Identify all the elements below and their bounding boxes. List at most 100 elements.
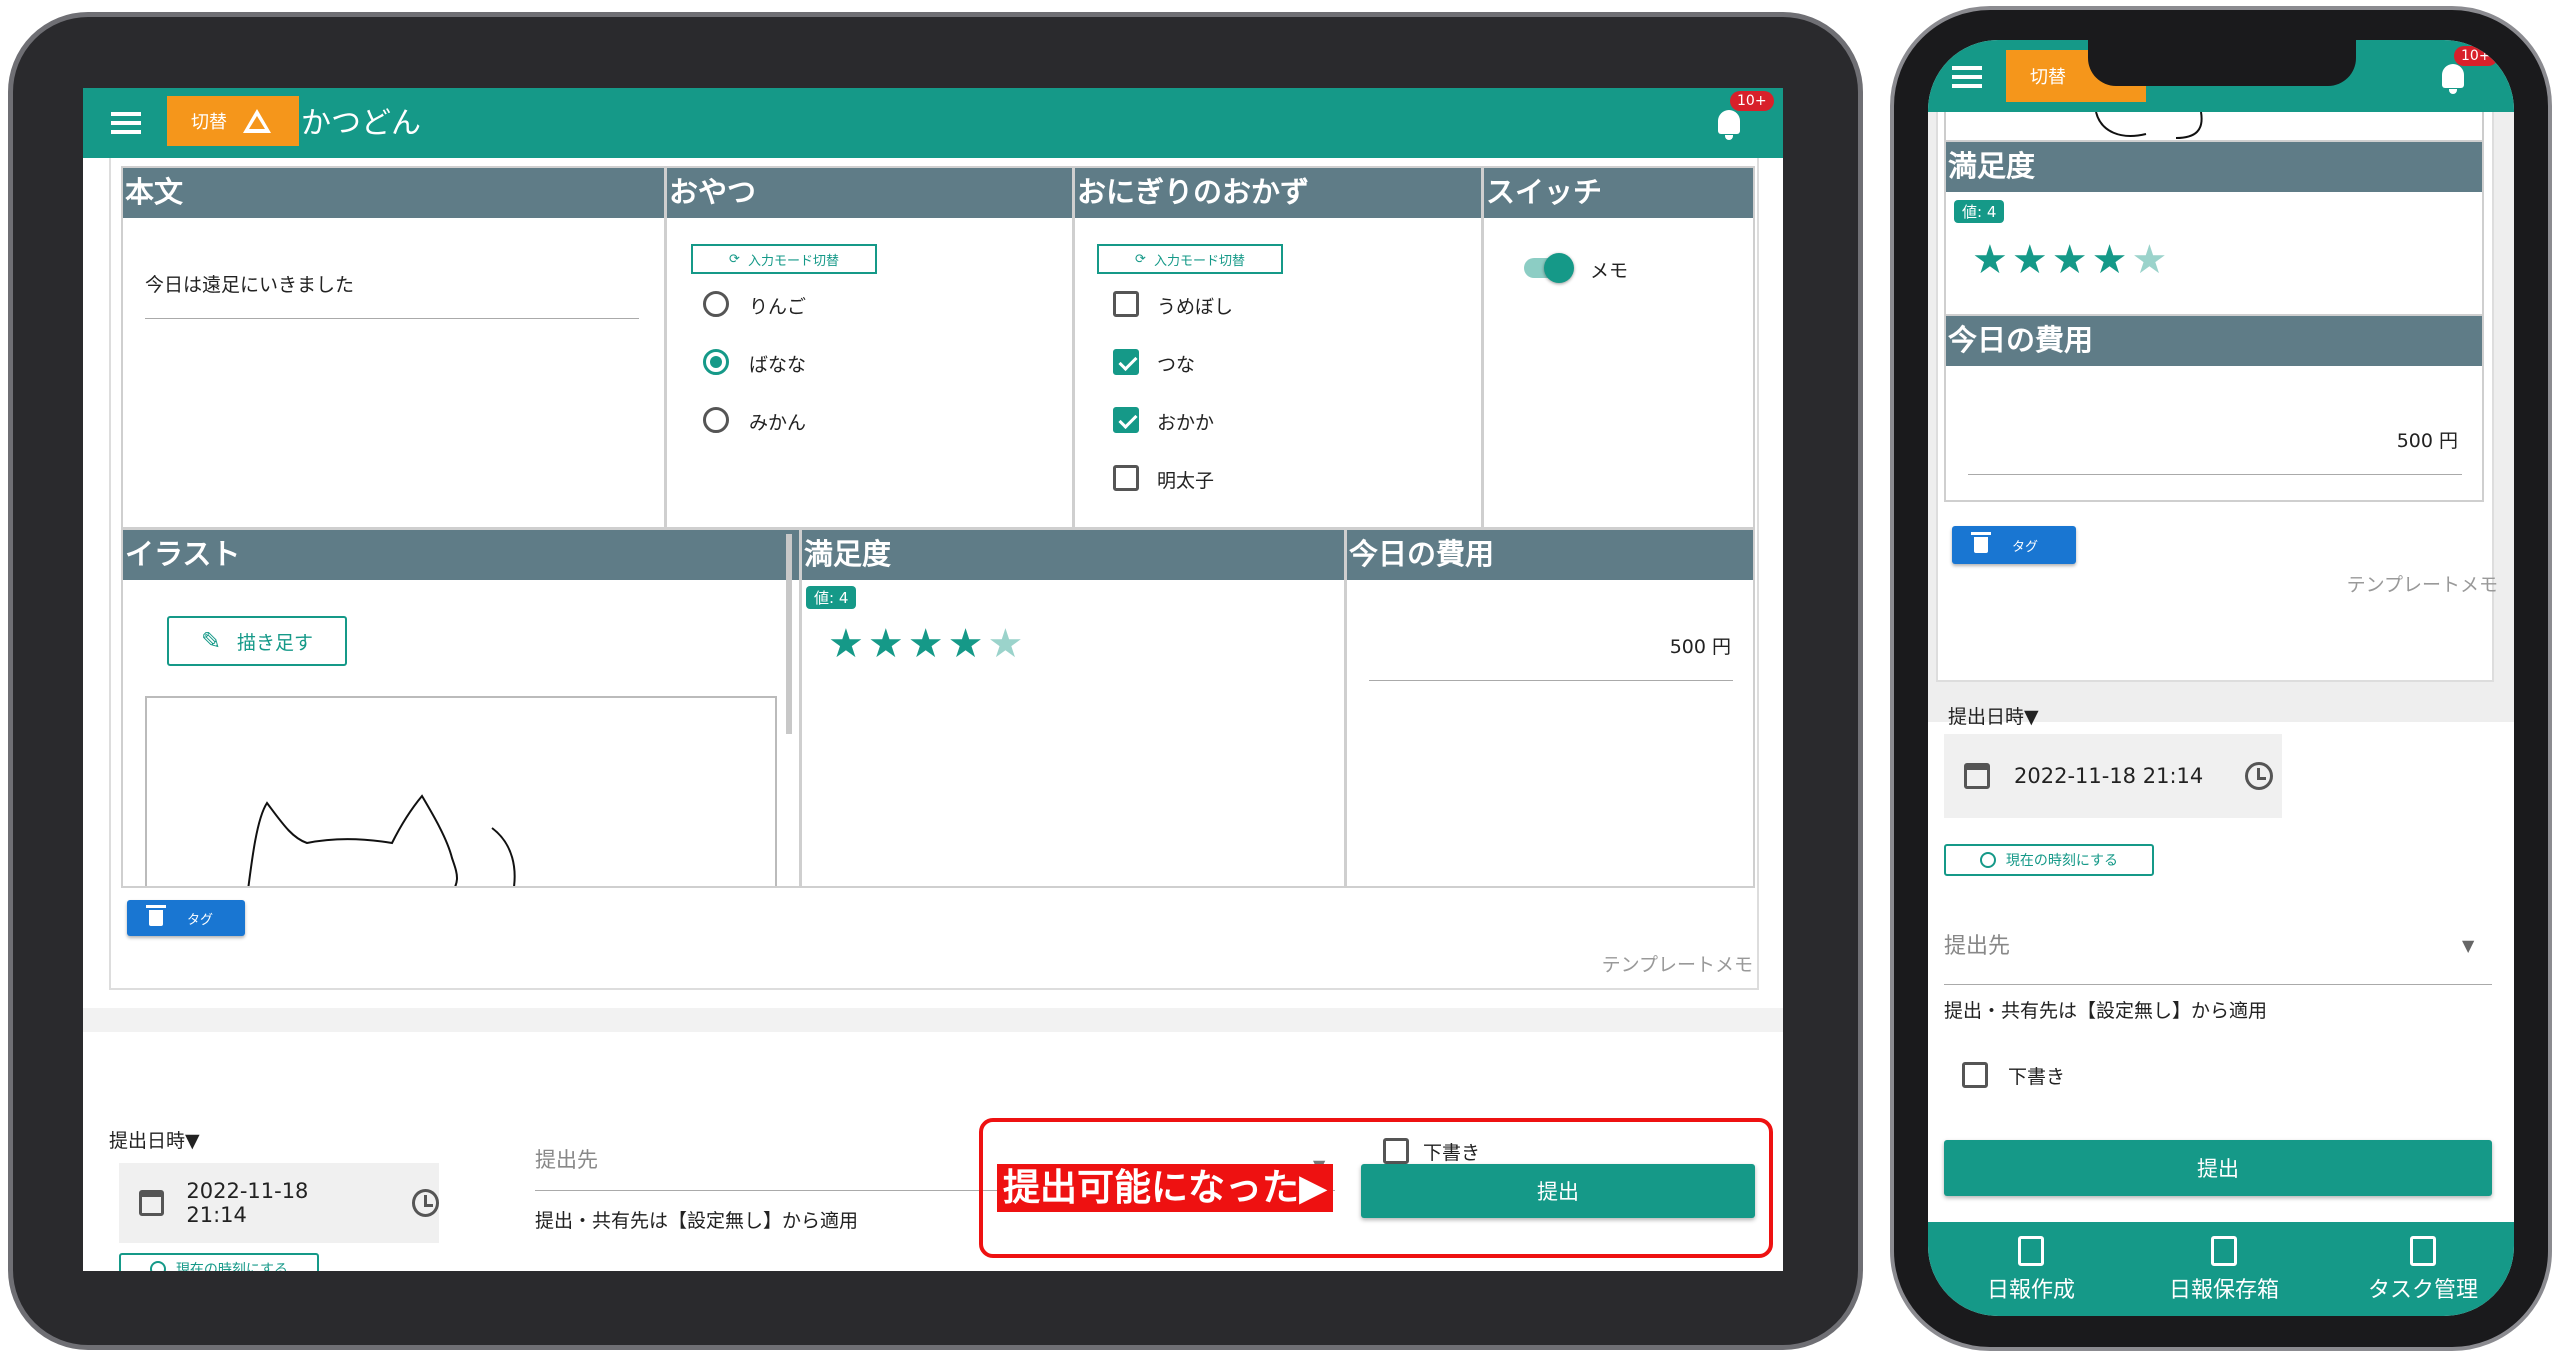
destination-underline	[1944, 984, 2492, 985]
refresh-icon: ⟳	[729, 251, 740, 267]
radio-mikan[interactable]	[703, 407, 729, 433]
calendar-icon	[1964, 763, 1990, 789]
notification-bell-icon[interactable]	[2442, 64, 2464, 94]
hiyou-header: 今日の費用	[1946, 316, 2482, 366]
nav-item-tasks[interactable]: タスク管理	[2348, 1236, 2498, 1304]
cost-underline	[1968, 474, 2462, 475]
menu-icon[interactable]	[1952, 66, 1982, 88]
scrollbar[interactable]	[786, 534, 792, 734]
calendar-icon	[139, 1190, 165, 1216]
oyatsu-mode-button[interactable]: ⟳ 入力モード切替	[691, 244, 877, 274]
manzokudo-header: 満足度	[1946, 142, 2482, 192]
checkbox-label: おかか	[1157, 412, 1215, 434]
submit-button[interactable]: 提出	[1944, 1140, 2492, 1196]
mode-button-label: 入力モード切替	[747, 253, 839, 269]
star-rating[interactable]: ★ ★ ★ ★ ★	[828, 624, 1023, 664]
switch-button[interactable]: 切替	[167, 96, 299, 146]
star-rating[interactable]: ★ ★ ★ ★ ★	[1972, 240, 2167, 280]
memo-toggle[interactable]	[1524, 253, 1574, 283]
illust-cell: イラスト ✎ 描き足す	[121, 528, 801, 888]
radio-ringo[interactable]	[703, 291, 729, 317]
set-now-button[interactable]: 現在の時刻にする	[1944, 844, 2154, 876]
datetime-field[interactable]: 2022-11-18 21:14	[119, 1163, 439, 1243]
illust-header: イラスト	[123, 530, 799, 580]
star-icon[interactable]: ★	[868, 624, 904, 664]
submit-button[interactable]: 提出	[1361, 1164, 1755, 1218]
date-label[interactable]: 提出日時▼	[1948, 702, 2039, 729]
tag-button[interactable]: タグ	[1952, 526, 2076, 564]
trash-icon	[1971, 532, 1991, 553]
clock-icon[interactable]	[2245, 762, 2274, 790]
checkbox-umeboshi[interactable]	[1113, 291, 1139, 317]
radio-banana[interactable]	[703, 349, 729, 375]
radio-label: ばなな	[749, 354, 807, 376]
tag-button[interactable]: タグ	[127, 900, 245, 936]
switch-label: 切替	[191, 112, 227, 133]
nav-label: 日報作成	[1986, 1278, 2075, 1303]
dropdown-arrow-icon[interactable]: ▼	[2462, 936, 2474, 955]
draft-checkbox[interactable]	[1962, 1062, 1988, 1088]
notification-badge: 10+	[2454, 46, 2498, 66]
file-plus-icon	[2018, 1236, 2044, 1266]
phone-notch	[2088, 40, 2356, 86]
honbun-underline	[145, 318, 639, 319]
checkbox-mentaiko[interactable]	[1113, 465, 1139, 491]
set-now-label: 現在の時刻にする	[2005, 853, 2119, 869]
star-icon[interactable]: ★	[908, 624, 944, 664]
star-icon[interactable]: ★	[948, 624, 984, 664]
star-icon[interactable]: ★	[2052, 240, 2088, 280]
checkbox-okaka[interactable]	[1113, 407, 1139, 433]
illust-cell-remnant	[1944, 111, 2484, 140]
star-icon[interactable]: ★	[1972, 240, 2008, 280]
annotation-label: 提出可能になった▶	[997, 1164, 1334, 1212]
star-icon[interactable]: ★	[828, 624, 864, 664]
drawing-canvas[interactable]	[145, 696, 777, 886]
hiyou-cell: 今日の費用 500 円	[1345, 528, 1755, 888]
datetime-value: 2022-11-18 21:14	[2014, 764, 2204, 788]
destination-select[interactable]: 提出先	[535, 1144, 598, 1174]
phone-screen: 切替 10+ 満足度 値: 4 ★ ★ ★ ★ ★ 今日の費用 500 円 タグ…	[1928, 40, 2514, 1316]
draw-button-label: 描き足す	[237, 631, 314, 654]
notification-badge: 10+	[1730, 91, 1774, 111]
oyatsu-header: おやつ	[667, 168, 1072, 218]
draw-more-button[interactable]: ✎ 描き足す	[167, 616, 347, 666]
manzokudo-header: 満足度	[802, 530, 1344, 580]
divider-band	[83, 1008, 1783, 1032]
menu-icon[interactable]	[111, 112, 141, 134]
cost-value[interactable]: 500 円	[1670, 632, 1731, 659]
pencil-icon: ✎	[200, 627, 222, 655]
share-note: 提出・共有先は【設定無し】から適用	[1944, 1000, 2268, 1022]
cat-drawing	[247, 794, 516, 886]
cost-value[interactable]: 500 円	[2397, 426, 2458, 453]
toggle-label: メモ	[1590, 260, 1629, 282]
refresh-icon: ⟳	[1135, 251, 1146, 267]
nav-item-create[interactable]: 日報作成	[1966, 1236, 2096, 1304]
honbun-text[interactable]: 今日は遠足にいきました	[145, 270, 354, 297]
star-icon[interactable]: ★	[2131, 240, 2167, 280]
tag-button-label: タグ	[2012, 539, 2039, 555]
warning-icon	[243, 109, 271, 133]
checkbox-tsuna[interactable]	[1113, 349, 1139, 375]
notification-bell-icon[interactable]	[1718, 110, 1740, 140]
cost-underline	[1369, 680, 1733, 681]
switch-cell: スイッチ メモ	[1482, 166, 1755, 529]
share-note: 提出・共有先は【設定無し】から適用	[535, 1210, 859, 1232]
template-memo: テンプレートメモ	[1601, 954, 1753, 976]
date-label[interactable]: 提出日時▼	[109, 1126, 200, 1153]
star-icon[interactable]: ★	[987, 624, 1023, 664]
star-icon[interactable]: ★	[2092, 240, 2128, 280]
set-now-button[interactable]: 現在の時刻にする	[119, 1253, 319, 1271]
app-title: かつどん	[301, 106, 421, 141]
star-icon[interactable]: ★	[2012, 240, 2048, 280]
onigiri-mode-button[interactable]: ⟳ 入力モード切替	[1097, 244, 1283, 274]
template-memo: テンプレートメモ	[2346, 574, 2498, 596]
datetime-field[interactable]: 2022-11-18 21:14	[1944, 734, 2282, 818]
onigiri-cell: おにぎりのおかず ⟳ 入力モード切替 うめぼし つな おかか 明太子	[1073, 166, 1483, 529]
destination-select[interactable]: 提出先	[1944, 928, 2010, 960]
draft-label: 下書き	[2008, 1066, 2066, 1088]
clock-icon[interactable]	[411, 1189, 439, 1217]
mode-button-label: 入力モード切替	[1153, 253, 1245, 269]
manzokudo-cell: 満足度 値: 4 ★ ★ ★ ★ ★	[800, 528, 1346, 888]
nav-label: 日報保存箱	[2168, 1278, 2279, 1303]
nav-item-archive[interactable]: 日報保存箱	[2144, 1236, 2304, 1304]
